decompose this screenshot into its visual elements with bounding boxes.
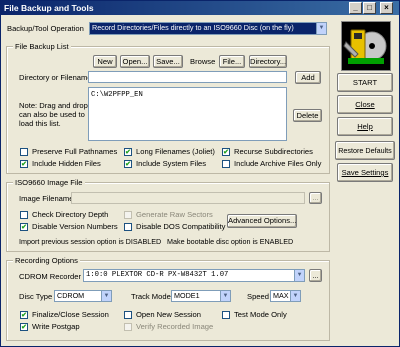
disc-type-value: CDROM <box>57 291 85 300</box>
browse-file-button[interactable]: File... <box>219 55 245 68</box>
verify-image-checkbox <box>124 323 132 331</box>
chevron-down-icon: ▼ <box>101 291 111 301</box>
track-mode-select[interactable]: MODE1 ▼ <box>171 290 231 302</box>
disc-type-label: Disc Type <box>19 292 53 301</box>
check-directory-depth-checkbox[interactable] <box>20 211 28 219</box>
title-bar: File Backup and Tools _ □ × <box>1 1 399 15</box>
browse-label: Browse <box>190 57 216 66</box>
minimize-button[interactable]: _ <box>349 2 362 14</box>
open-new-session-label: Open New Session <box>136 310 202 319</box>
file-backup-list-legend: File Backup List <box>13 42 71 51</box>
long-filenames-checkbox[interactable]: ✔ <box>124 148 132 156</box>
include-hidden-label: Include Hidden Files <box>32 159 101 168</box>
write-postgap-label: Write Postgap <box>32 322 80 331</box>
help-button[interactable]: Help <box>337 117 393 136</box>
recorder-value: 1:0:0 PLEXTOR CD-R PX-W8432T 1.07 <box>86 271 229 279</box>
archive-only-checkbox[interactable] <box>222 160 230 168</box>
iso-image-legend: ISO9660 Image File <box>13 178 85 187</box>
write-postgap-checkbox[interactable]: ✔ <box>20 323 28 331</box>
open-list-button[interactable]: Open... <box>120 55 150 68</box>
recorder-label: CDROM Recorder <box>19 272 82 281</box>
backup-file-list[interactable]: C:\W2PFPP_EN <box>88 87 287 141</box>
image-filename-input[interactable] <box>71 192 305 204</box>
test-mode-label: Test Mode Only <box>234 310 287 319</box>
save-list-button[interactable]: Save... <box>153 55 183 68</box>
include-system-checkbox[interactable]: ✔ <box>124 160 132 168</box>
long-filenames-label: Long Filenames (Joliet) <box>136 147 215 156</box>
check-directory-depth-label: Check Directory Depth <box>32 210 109 219</box>
verify-image-label: Verify Recorded Image <box>136 322 214 331</box>
file-backup-window: File Backup and Tools _ □ × Backup/Tool … <box>0 0 400 347</box>
delete-button[interactable]: Delete <box>293 109 322 122</box>
image-filename-label: Image Filename <box>19 194 74 203</box>
chevron-down-icon: ▼ <box>220 291 230 301</box>
dir-filename-label: Directory or Filename <box>19 73 92 82</box>
generate-raw-sectors-checkbox <box>124 211 132 219</box>
finalize-session-label: Finalize/Close Session <box>32 310 109 319</box>
new-list-button[interactable]: New <box>93 55 117 68</box>
image-browse-button[interactable]: ... <box>309 192 322 204</box>
speed-label: Speed <box>247 292 269 301</box>
test-mode-checkbox[interactable] <box>222 311 230 319</box>
restore-defaults-button[interactable]: Restore Defaults <box>335 141 395 160</box>
operation-label: Backup/Tool Operation <box>7 24 84 33</box>
window-title: File Backup and Tools <box>4 3 94 13</box>
include-system-label: Include System Files <box>136 159 207 168</box>
finalize-session-checkbox[interactable]: ✔ <box>20 311 28 319</box>
cd-tools-icon <box>341 21 391 71</box>
save-settings-button[interactable]: Save Settings <box>337 163 393 182</box>
recurse-subdirectories-label: Recurse Subdirectories <box>234 147 313 156</box>
list-item[interactable]: C:\W2PFPP_EN <box>91 90 284 100</box>
track-mode-label: Track Mode <box>131 292 171 301</box>
browse-directory-button[interactable]: Directory... <box>249 55 287 68</box>
maximize-button[interactable]: □ <box>363 2 376 14</box>
close-button[interactable]: × <box>380 2 393 14</box>
add-button[interactable]: Add <box>295 71 321 84</box>
archive-only-label: Include Archive Files Only <box>234 159 322 168</box>
drag-drop-note: Note: Drag and drop can also be used to … <box>19 101 88 128</box>
track-mode-value: MODE1 <box>174 291 200 300</box>
speed-select[interactable]: MAX ▼ <box>270 290 301 302</box>
dir-filename-input[interactable] <box>88 71 287 83</box>
disable-dos-compat-checkbox[interactable] <box>124 223 132 231</box>
chevron-down-icon: ▼ <box>316 23 326 34</box>
chevron-down-icon: ▼ <box>290 291 300 301</box>
recording-options-legend: Recording Options <box>13 256 80 265</box>
disable-version-numbers-checkbox[interactable]: ✔ <box>20 223 28 231</box>
operation-select[interactable]: Record Directories/Files directly to an … <box>89 22 327 35</box>
close-dialog-button[interactable]: Close <box>337 95 393 114</box>
include-hidden-checkbox[interactable]: ✔ <box>20 160 28 168</box>
open-new-session-checkbox[interactable] <box>124 311 132 319</box>
speed-value: MAX <box>273 291 289 300</box>
start-button[interactable]: START <box>337 73 393 92</box>
disc-type-select[interactable]: CDROM ▼ <box>54 290 112 302</box>
operation-value: Record Directories/Files directly to an … <box>92 23 294 32</box>
generate-raw-sectors-label: Generate Raw Sectors <box>136 210 213 219</box>
import-session-status: Import previous session option is DISABL… <box>19 237 162 246</box>
recorder-settings-button[interactable]: ... <box>309 269 322 282</box>
recurse-subdirectories-checkbox[interactable]: ✔ <box>222 148 230 156</box>
advanced-options-button[interactable]: Advanced Options... <box>227 214 297 228</box>
preserve-pathnames-checkbox[interactable] <box>20 148 28 156</box>
chevron-down-icon: ▼ <box>294 270 304 281</box>
bootable-disc-status: Make bootable disc option is ENABLED <box>167 237 294 246</box>
disable-version-numbers-label: Disable Version Numbers <box>32 222 118 231</box>
preserve-pathnames-label: Preserve Full Pathnames <box>32 147 118 156</box>
recorder-select[interactable]: 1:0:0 PLEXTOR CD-R PX-W8432T 1.07 ▼ <box>83 269 305 282</box>
disable-dos-compat-label: Disable DOS Compatibility <box>136 222 226 231</box>
